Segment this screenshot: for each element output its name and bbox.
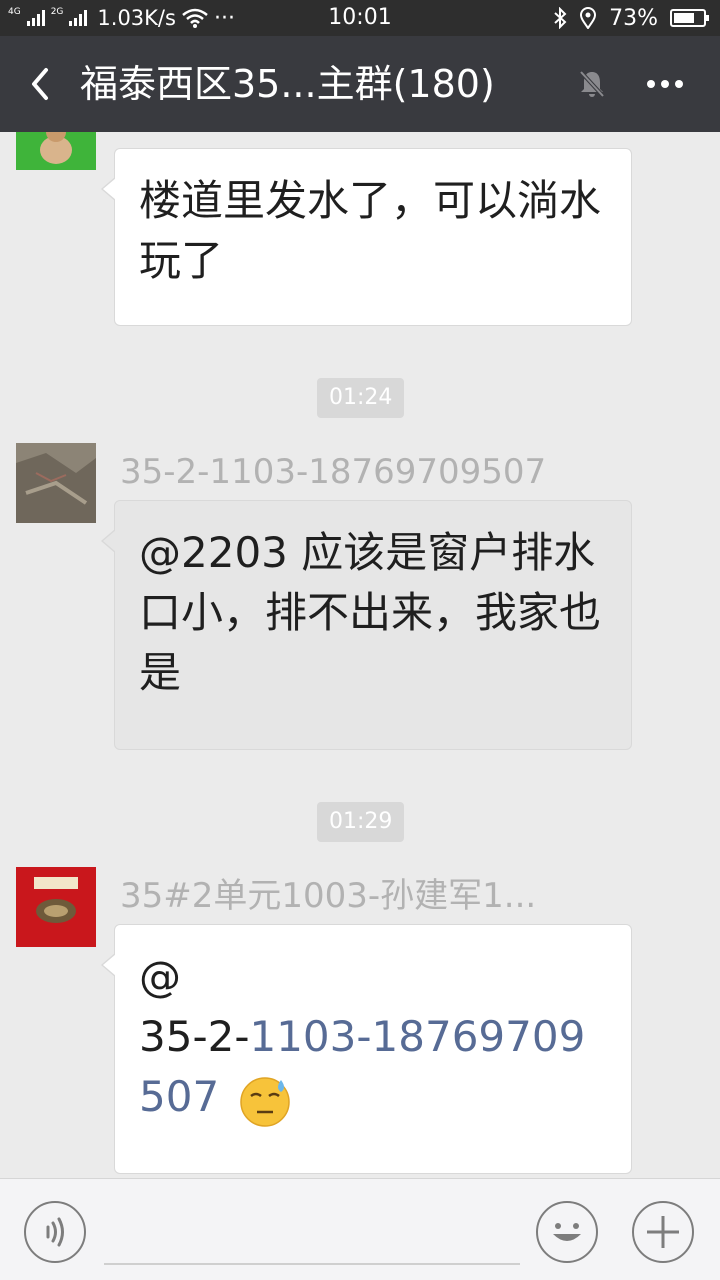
message-text: 楼道里发水了，可以淌水玩了 [139,176,602,285]
avatar[interactable] [16,132,96,170]
timestamp: 01:29 [317,802,405,842]
message-bubble[interactable]: @ 35-2-1103-18769709507 [101,924,632,1174]
message-input[interactable] [104,1201,520,1265]
plus-icon [647,1216,679,1248]
bell-off-icon [576,68,608,100]
message-list[interactable]: 楼道里发水了，可以淌水玩了 01:24 35-2-1103-1876970950… [0,132,720,1178]
more-options-button[interactable] [640,66,690,102]
chat-header: 福泰西区35...主群(180) [0,36,720,132]
message-text: @2203 应该是窗户排水口小，排不出来，我家也是 [139,528,602,697]
message-bubble[interactable]: 楼道里发水了，可以淌水玩了 [101,148,632,326]
input-bar [0,1178,720,1280]
sender-name: 35-2-1103-18769709507 [120,452,547,492]
avatar[interactable] [16,443,96,523]
status-right: 73% [553,0,709,36]
back-button[interactable] [22,62,62,106]
battery-percent: 73% [609,5,658,31]
status-bar: 4G 2G 1.03K/s ··· 10:01 73% [0,0,720,36]
chat-title: 福泰西区35...主群(180) [80,62,495,106]
more-horizontal-icon [647,80,683,88]
sender-name: 35#2单元1003-孙建军1... [120,876,537,916]
smile-icon [553,1223,581,1241]
chevron-left-icon [32,68,48,100]
mention-prefix: @ [139,952,181,1001]
timestamp: 01:24 [317,378,405,418]
emoji-button[interactable] [536,1201,598,1263]
message-bubble[interactable]: @2203 应该是窗户排水口小，排不出来，我家也是 [101,500,632,750]
plus-button[interactable] [632,1201,694,1263]
battery-icon [670,9,709,27]
battery-level [674,13,694,23]
voice-button[interactable] [24,1201,86,1263]
avatar[interactable] [16,867,96,947]
location-icon [580,7,597,29]
voice-icon [46,1217,64,1247]
bluetooth-icon [554,7,567,29]
message-text: 35-2- [139,1012,250,1061]
sweat-smile-emoji [239,1076,290,1127]
